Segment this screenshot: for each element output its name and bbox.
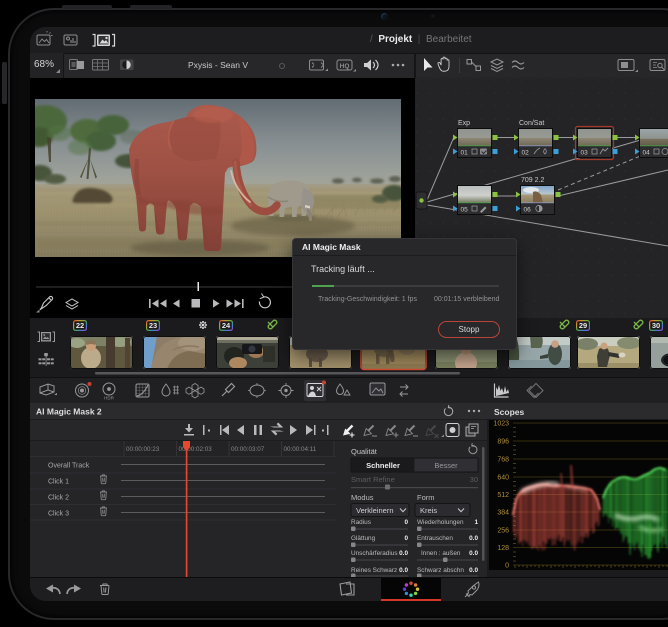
svg-text:01: 01 <box>461 150 469 157</box>
svg-text:0: 0 <box>404 519 408 526</box>
svg-text:24: 24 <box>222 321 231 330</box>
svg-text:0: 0 <box>404 535 408 542</box>
svg-text:Unschärferadius: Unschärferadius <box>351 550 398 557</box>
svg-text:384: 384 <box>497 510 509 517</box>
svg-text:Wiederholungen: Wiederholungen <box>417 519 464 526</box>
svg-text:04: 04 <box>643 150 651 157</box>
svg-text:Glättung: Glättung <box>351 535 376 542</box>
svg-text:00:00:03:07: 00:00:03:07 <box>231 446 265 453</box>
svg-text:00:00:04:11: 00:00:04:11 <box>284 446 317 453</box>
svg-text:Schneller: Schneller <box>366 461 400 470</box>
svg-text:06: 06 <box>524 207 532 214</box>
svg-text:23: 23 <box>149 321 157 330</box>
svg-text:HDR: HDR <box>104 396 114 401</box>
svg-text:0.0: 0.0 <box>399 567 408 574</box>
svg-text:0: 0 <box>505 563 509 570</box>
svg-text:HQ: HQ <box>340 63 350 70</box>
svg-text:30: 30 <box>652 321 660 330</box>
svg-text:30: 30 <box>470 475 478 484</box>
svg-text:AI Magic Mask 2: AI Magic Mask 2 <box>36 407 102 417</box>
svg-text:768: 768 <box>497 457 509 464</box>
svg-text:256: 256 <box>497 528 509 535</box>
svg-text:Click 2: Click 2 <box>48 495 69 502</box>
svg-text:Exp: Exp <box>458 120 470 127</box>
svg-text:Entrauschen: Entrauschen <box>417 535 453 542</box>
svg-text:Innen : außen: Innen : außen <box>421 550 461 557</box>
svg-text:Scopes: Scopes <box>494 407 525 417</box>
svg-text:128: 128 <box>497 545 509 552</box>
svg-text:1: 1 <box>474 519 478 526</box>
svg-text:Besser: Besser <box>434 461 458 470</box>
svg-text:Modus: Modus <box>351 493 374 502</box>
svg-text:512: 512 <box>497 492 509 499</box>
svg-text:Click 3: Click 3 <box>48 511 69 518</box>
svg-text:Click 1: Click 1 <box>48 479 69 486</box>
svg-text:Reines Schwarz: Reines Schwarz <box>351 567 397 574</box>
svg-text:00:00:00:23: 00:00:00:23 <box>126 446 160 453</box>
svg-text:Smart Refine: Smart Refine <box>351 475 395 484</box>
svg-text:0.0: 0.0 <box>469 567 478 574</box>
svg-text:709 2.2: 709 2.2 <box>521 177 544 184</box>
svg-text:02: 02 <box>522 150 530 157</box>
svg-text:05: 05 <box>461 207 469 214</box>
svg-text:1023: 1023 <box>493 421 509 428</box>
svg-text:0.0: 0.0 <box>469 535 478 542</box>
svg-text:896: 896 <box>497 439 509 446</box>
svg-text:0.0: 0.0 <box>399 550 408 557</box>
svg-text:Qualität: Qualität <box>351 447 378 456</box>
svg-text:Radius: Radius <box>351 519 371 526</box>
svg-text:Verkleinern: Verkleinern <box>356 506 394 515</box>
svg-text:Overall Track: Overall Track <box>48 463 90 470</box>
svg-text:640: 640 <box>497 475 509 482</box>
svg-text:Schwarz abschn: Schwarz abschn <box>417 567 464 574</box>
svg-text:22: 22 <box>76 321 84 330</box>
svg-text:0.0: 0.0 <box>469 550 478 557</box>
svg-text:Kreis: Kreis <box>420 506 437 515</box>
svg-text:03: 03 <box>581 150 589 157</box>
svg-text:Con/Sat: Con/Sat <box>519 120 544 127</box>
svg-text:29: 29 <box>579 321 587 330</box>
svg-text:Form: Form <box>417 493 435 502</box>
